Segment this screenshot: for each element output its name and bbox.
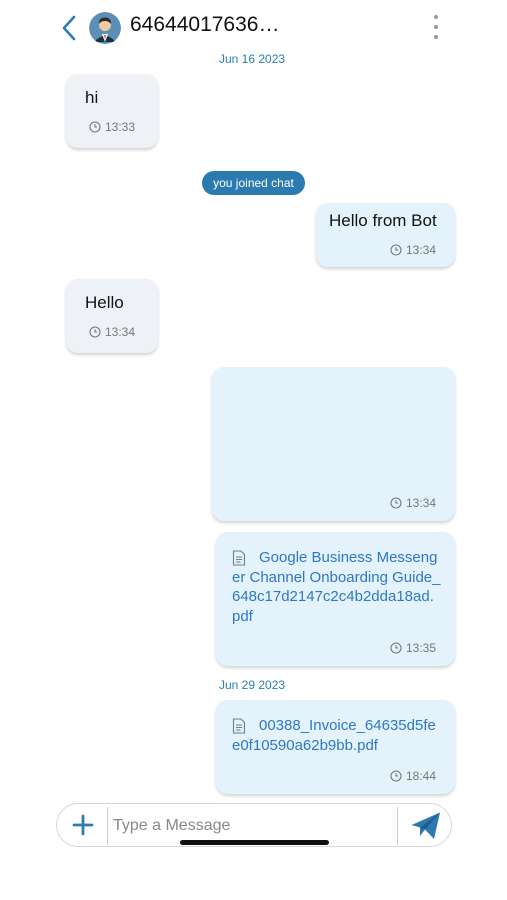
- home-indicator: [180, 840, 329, 845]
- message-timestamp: 13:34: [390, 496, 436, 510]
- contact-name[interactable]: 64644017636…: [130, 12, 279, 38]
- file-message-bubble[interactable]: Google Business Messenger Channel Onboar…: [216, 532, 455, 666]
- message-timestamp: 13:34: [390, 243, 436, 257]
- document-icon: [232, 550, 246, 566]
- chevron-left-icon: [62, 15, 76, 41]
- media-message-bubble[interactable]: 13:34: [212, 367, 455, 521]
- clock-icon: [390, 642, 402, 654]
- add-attachment-button[interactable]: [57, 804, 109, 846]
- date-separator: Jun 29 2023: [219, 678, 286, 692]
- message-timestamp: 13:33: [89, 120, 135, 134]
- message-text: hi: [85, 88, 99, 107]
- message-timestamp: 13:34: [89, 325, 135, 339]
- avatar[interactable]: [89, 12, 121, 44]
- back-button[interactable]: [58, 12, 84, 44]
- date-separator: Jun 16 2023: [219, 52, 286, 66]
- document-icon: [232, 718, 246, 734]
- message-text: Hello: [85, 293, 124, 312]
- clock-icon: [390, 244, 402, 256]
- clock-icon: [390, 770, 402, 782]
- message-bubble-incoming[interactable]: Hello 13:34: [66, 279, 158, 353]
- file-attachment[interactable]: Google Business Messenger Channel Onboar…: [232, 548, 442, 626]
- clock-icon: [89, 121, 101, 133]
- file-attachment[interactable]: 00388_Invoice_64635d5fee0f10590a62b9bb.p…: [232, 716, 442, 755]
- clock-icon: [390, 497, 402, 509]
- message-text: Hello from Bot: [329, 211, 437, 230]
- message-bubble-outgoing[interactable]: Hello from Bot 13:34: [316, 203, 455, 267]
- paper-plane-icon: [411, 812, 440, 839]
- message-bubble-incoming[interactable]: hi 13:33: [66, 74, 158, 148]
- message-input[interactable]: [113, 813, 393, 839]
- composer-divider: [397, 807, 398, 845]
- composer-divider: [107, 807, 108, 845]
- message-timestamp: 18:44: [390, 769, 436, 783]
- clock-icon: [89, 326, 101, 338]
- file-name-link[interactable]: 00388_Invoice_64635d5fee0f10590a62b9bb.p…: [232, 716, 442, 755]
- system-message-pill: you joined chat: [202, 171, 305, 195]
- plus-icon: [72, 814, 94, 836]
- more-vertical-icon: [434, 15, 438, 19]
- chat-header: 64644017636…: [0, 0, 507, 56]
- more-menu-button[interactable]: [428, 12, 444, 42]
- send-button[interactable]: [403, 806, 449, 846]
- message-timestamp: 13:35: [390, 641, 436, 655]
- file-name-link[interactable]: Google Business Messenger Channel Onboar…: [232, 548, 442, 626]
- file-message-bubble[interactable]: 00388_Invoice_64635d5fee0f10590a62b9bb.p…: [216, 700, 455, 794]
